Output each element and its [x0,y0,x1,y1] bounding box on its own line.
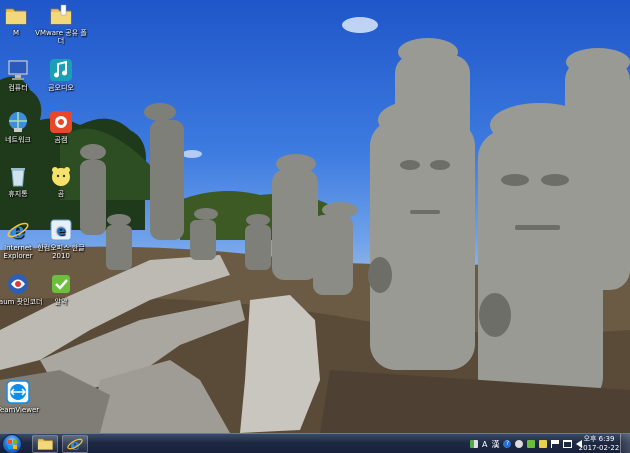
start-button[interactable] [2,434,22,453]
clock-time: 오후 6:39 [583,435,615,443]
help-icon[interactable]: ? [503,440,512,448]
desktop-icon-alyac[interactable]: 알약 [33,272,89,306]
folder-icon [4,3,28,27]
encoder-icon [6,272,30,296]
ime-flag-icon[interactable] [470,440,478,448]
security-tray-icon[interactable] [539,440,548,448]
windows-logo-icon [8,440,17,449]
svg-text:e: e [70,436,80,452]
desktop-icon-label: 한컴오피스 한글 2010 [37,244,85,260]
action-center-flag-icon[interactable] [551,440,560,448]
bear-app-icon [49,164,73,188]
wallpaper-scene [0,17,630,433]
taskbar-file-explorer-button[interactable] [32,435,58,453]
taskbar: e A 漢 ? 오후 6:39 2017-02-22 [0,433,630,453]
desktop-icon-gom-audio[interactable]: 곰오디오 [33,58,89,92]
internet-explorer-icon: e [67,436,83,453]
camera-app-icon [49,110,73,134]
desktop-wallpaper [0,0,630,433]
recycle-bin-icon [6,164,30,188]
clock[interactable]: 오후 6:39 2017-02-22 [578,435,620,453]
desktop-icon-label: VMware 공유 폴더 [35,29,87,45]
desktop-icon-gom[interactable]: 곰 [33,164,89,198]
teamviewer-icon [6,380,30,404]
shared-folder-icon [49,3,73,27]
svg-text:e: e [11,218,25,242]
alyac-tray-icon[interactable] [527,440,536,448]
ime-language-indicator[interactable]: A [482,440,487,449]
network-tray-icon[interactable] [563,440,573,448]
music-app-icon [49,58,73,82]
desktop-icon-hangul-2010[interactable]: e 한컴오피스 한글 2010 [33,218,89,260]
desktop-icon-label: 곰오디오 [48,84,74,92]
desktop-icon-vmware-shared[interactable]: VMware 공유 폴더 [33,3,89,45]
taskbar-internet-explorer-button[interactable]: e [62,435,88,453]
desktop-icon-teamviewer[interactable]: TeamViewer [0,380,46,414]
desktop-icon-label: 알약 [54,298,68,306]
folder-icon [37,438,53,450]
internet-explorer-icon: e [6,218,30,244]
settings-icon[interactable] [515,440,524,448]
computer-icon [6,58,30,82]
desktop-icon-gom-cam[interactable]: 곰캠 [33,110,89,144]
desktop-icon-label: TeamViewer [0,406,40,414]
antivirus-icon [49,272,73,296]
network-icon [6,110,30,134]
show-desktop-button[interactable] [620,434,630,453]
desktop-icon-label: 곰캠 [54,136,68,144]
hwp-icon: e [49,218,73,242]
ime-mode-indicator[interactable]: 漢 [491,439,499,450]
svg-text:e: e [57,224,66,239]
clock-date: 2017-02-22 [578,444,620,452]
system-tray: A 漢 ? [470,434,583,453]
desktop-icon-label: 곰 [57,190,65,198]
